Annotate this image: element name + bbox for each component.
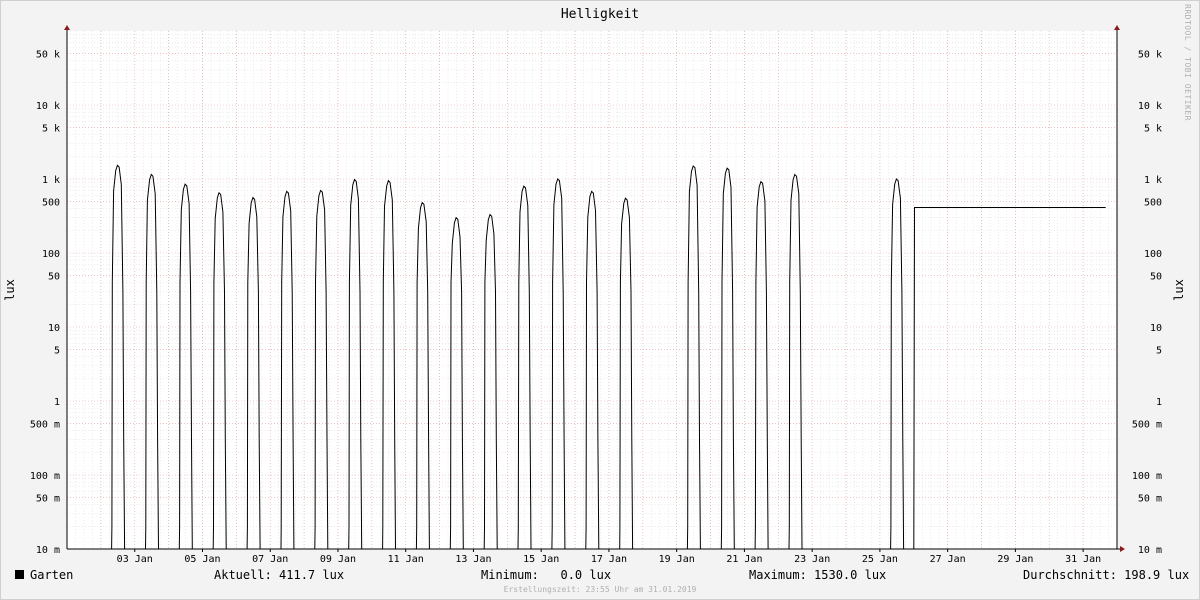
y-tick-label-left: 10 m [36, 545, 60, 556]
x-tick-label: 31 Jan [1065, 554, 1101, 565]
y-tick-label-left: 10 [48, 323, 60, 334]
x-tick-label: 21 Jan [726, 554, 762, 565]
x-tick-label: 05 Jan [184, 554, 220, 565]
y-axis-arrow-left [64, 25, 70, 30]
legend-average: Durchschnitt: 198.9 lux [1023, 568, 1190, 582]
x-tick-label: 29 Jan [997, 554, 1033, 565]
y-tick-label-left: 100 m [30, 471, 60, 482]
y-tick-label-left: 50 [48, 271, 60, 282]
y-tick-label-left: 5 k [42, 123, 60, 134]
chart-title: Helligkeit [561, 7, 639, 22]
x-tick-label: 13 Jan [455, 554, 491, 565]
y-tick-label-right: 50 m [1138, 493, 1162, 504]
footer-timestamp: Erstellungszeit: 23:55 Uhr am 31.01.2019 [503, 585, 697, 594]
y-tick-label-right: 10 [1150, 323, 1162, 334]
y-tick-label-right: 5 k [1144, 123, 1162, 134]
y-axis-label-left: lux [3, 279, 17, 301]
y-tick-label-right: 100 [1144, 249, 1162, 260]
x-tick-label: 25 Jan [862, 554, 898, 565]
y-tick-label-left: 1 k [42, 175, 60, 186]
y-tick-label-left: 500 [42, 197, 60, 208]
y-tick-label-right: 1 k [1144, 175, 1162, 186]
x-tick-label: 27 Jan [930, 554, 966, 565]
y-tick-label-left: 5 [54, 345, 60, 356]
y-tick-label-left: 1 [54, 397, 60, 408]
x-tick-label: 07 Jan [252, 554, 288, 565]
x-tick-label: 11 Jan [388, 554, 424, 565]
y-axis-label-right: lux [1172, 279, 1186, 301]
y-tick-label-right: 1 [1156, 397, 1162, 408]
y-tick-label-right: 5 [1156, 345, 1162, 356]
legend-series-label: Garten [30, 568, 74, 582]
y-tick-label-right: 500 [1144, 197, 1162, 208]
y-axis-arrow-right [1114, 25, 1120, 30]
y-tick-label-right: 500 m [1132, 419, 1162, 430]
legend-maximum: Maximum: 1530.0 lux [749, 568, 887, 582]
chart-canvas: Helligkeit lux lux 10 m 10 m 50 m 50 m 100 m… [3, 7, 1186, 565]
legend: Garten Aktuell: 411.7 lux Minimum: 0.0 l… [0, 568, 1200, 584]
y-tick-label-right: 10 k [1138, 101, 1162, 112]
legend-current: Aktuell: 411.7 lux [214, 568, 345, 582]
x-tick-label: 23 Jan [794, 554, 830, 565]
y-tick-label-left: 10 k [36, 101, 60, 112]
legend-minimum: Minimum: 0.0 lux [481, 568, 612, 582]
y-tick-label-left: 50 m [36, 493, 60, 504]
watermark: RRDTOOL / TOBI OETIKER [1183, 4, 1192, 121]
x-tick-label: 19 Jan [659, 554, 695, 565]
x-tick-label: 03 Jan [117, 554, 153, 565]
y-tick-label-right: 10 m [1138, 545, 1162, 556]
y-tick-label-left: 50 k [36, 49, 60, 60]
y-tick-label-right: 100 m [1132, 471, 1162, 482]
y-tick-label-right: 50 [1150, 271, 1162, 282]
y-tick-label-left: 500 m [30, 419, 60, 430]
y-tick-label-right: 50 k [1138, 49, 1162, 60]
x-tick-label: 09 Jan [320, 554, 356, 565]
y-tick-label-left: 100 [42, 249, 60, 260]
x-axis-arrow [1120, 546, 1125, 552]
x-tick-label: 17 Jan [591, 554, 627, 565]
x-tick-label: 15 Jan [523, 554, 559, 565]
plot-area: 10 m 10 m 50 m 50 m 100 m 100 m 500 m 500 m 1 1 5 5… [30, 25, 1162, 565]
